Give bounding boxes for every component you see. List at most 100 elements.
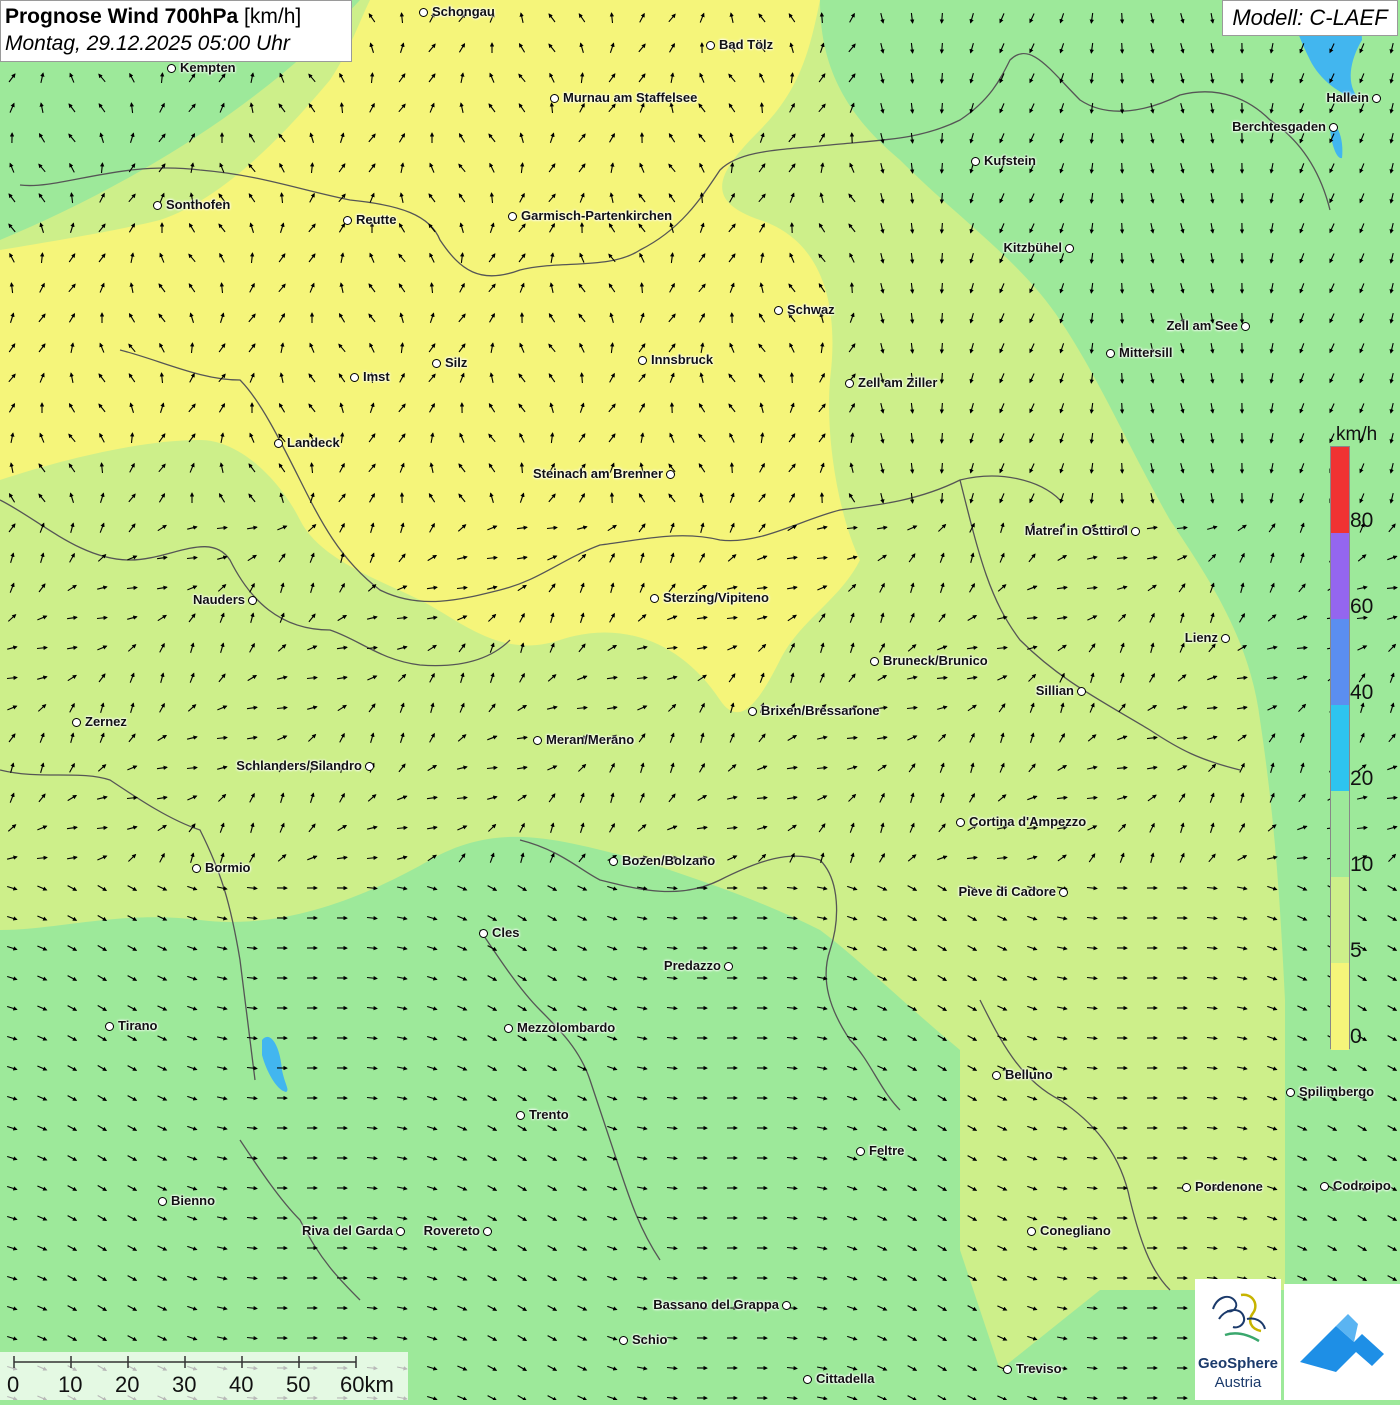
city-label: Pieve di Cadore [958, 885, 1056, 899]
city-marker[interactable] [1320, 1182, 1329, 1191]
wind-arrow [1122, 193, 1123, 203]
city-marker[interactable] [782, 1301, 791, 1310]
city-marker[interactable] [609, 857, 618, 866]
city-label: Schwaz [787, 303, 835, 317]
city-marker[interactable] [1003, 1365, 1012, 1374]
city-marker[interactable] [1077, 687, 1086, 696]
legend-tick-20: 20 [1350, 767, 1373, 791]
wind-arrow [1122, 283, 1123, 293]
city-label: Conegliano [1040, 1224, 1111, 1238]
city-label: Cortina d'Ampezzo [969, 815, 1086, 829]
model-label: Modell: C-LAEF [1222, 0, 1398, 36]
city-marker[interactable] [508, 212, 517, 221]
city-label: Lienz [1185, 631, 1218, 645]
city-label: Berchtesgaden [1232, 120, 1326, 134]
city-marker[interactable] [483, 1227, 492, 1236]
city-label: Steinach am Brenner [533, 467, 663, 481]
legend-seg-20-40 [1331, 705, 1349, 791]
city-marker[interactable] [1065, 244, 1074, 253]
city-marker[interactable] [72, 718, 81, 727]
city-label: Spilimbergo [1299, 1085, 1374, 1099]
city-marker[interactable] [956, 818, 965, 827]
city-marker[interactable] [666, 470, 675, 479]
legend-seg-0-5 [1331, 963, 1349, 1050]
city-marker[interactable] [516, 1111, 525, 1120]
city-label: Cles [492, 926, 519, 940]
city-label: Kufstein [984, 154, 1036, 168]
city-marker[interactable] [971, 157, 980, 166]
city-marker[interactable] [1059, 888, 1068, 897]
city-label: Brixen/Bressanone [761, 704, 880, 718]
city-marker[interactable] [1027, 1227, 1036, 1236]
city-marker[interactable] [550, 94, 559, 103]
city-marker[interactable] [748, 707, 757, 716]
wind-arrow [1122, 163, 1123, 173]
scale-label-50: 50 [286, 1372, 310, 1398]
city-label: Zell am Ziller [858, 376, 937, 390]
city-label: Innsbruck [651, 353, 713, 367]
city-marker[interactable] [396, 1227, 405, 1236]
city-marker[interactable] [350, 373, 359, 382]
city-marker[interactable] [1372, 94, 1381, 103]
scale-label-30: 30 [172, 1372, 196, 1398]
city-marker[interactable] [192, 864, 201, 873]
city-marker[interactable] [638, 356, 647, 365]
legend-tick-5: 5 [1350, 939, 1362, 963]
city-marker[interactable] [167, 64, 176, 73]
city-marker[interactable] [774, 306, 783, 315]
wind-arrow [732, 463, 733, 473]
city-label: Landeck [287, 436, 340, 450]
wind-arrow [1122, 253, 1123, 263]
city-marker[interactable] [1131, 527, 1140, 536]
city-marker[interactable] [1106, 349, 1115, 358]
city-marker[interactable] [619, 1336, 628, 1345]
city-label: Kempten [180, 61, 236, 75]
map-title-main: Prognose Wind 700hPa [5, 5, 238, 28]
map-title-unit: [km/h] [244, 5, 301, 28]
city-marker[interactable] [365, 762, 374, 771]
city-marker[interactable] [1221, 634, 1230, 643]
city-marker[interactable] [1241, 322, 1250, 331]
city-label: Meran/Merano [546, 733, 634, 747]
city-label: Bozen/Bolzano [622, 854, 715, 868]
scale-label-20: 20 [115, 1372, 139, 1398]
city-marker[interactable] [1286, 1088, 1295, 1097]
city-label: Mittersill [1119, 346, 1172, 360]
city-marker[interactable] [105, 1022, 114, 1031]
legend-tick-80: 80 [1350, 509, 1373, 533]
city-marker[interactable] [992, 1071, 1001, 1080]
app-logo[interactable] [1284, 1284, 1400, 1400]
city-marker[interactable] [153, 201, 162, 210]
city-marker[interactable] [870, 657, 879, 666]
wind-arrow [1122, 103, 1123, 113]
city-marker[interactable] [158, 1197, 167, 1206]
city-label: Feltre [869, 1144, 904, 1158]
city-marker[interactable] [432, 359, 441, 368]
city-marker[interactable] [248, 596, 257, 605]
title-box: Prognose Wind 700hPa [km/h] Montag, 29.1… [0, 0, 352, 62]
city-label: Sterzing/Vipiteno [663, 591, 769, 605]
city-label: Zell am See [1166, 319, 1238, 333]
city-marker[interactable] [856, 1147, 865, 1156]
wind-arrow [1122, 373, 1123, 383]
city-label: Belluno [1005, 1068, 1053, 1082]
city-marker[interactable] [343, 216, 352, 225]
scale-label-60km: 60km [340, 1372, 394, 1398]
city-marker[interactable] [419, 8, 428, 17]
city-marker[interactable] [724, 962, 733, 971]
geosphere-logo[interactable]: GeoSphere Austria [1195, 1279, 1281, 1400]
city-marker[interactable] [504, 1024, 513, 1033]
city-marker[interactable] [845, 379, 854, 388]
city-label: Reutte [356, 213, 396, 227]
city-label: Codroipo [1333, 1179, 1391, 1193]
map-title: Prognose Wind 700hPa [km/h] [5, 4, 347, 30]
city-marker[interactable] [803, 1375, 812, 1384]
city-marker[interactable] [533, 736, 542, 745]
city-marker[interactable] [274, 439, 283, 448]
city-marker[interactable] [479, 929, 488, 938]
city-marker[interactable] [650, 594, 659, 603]
city-marker[interactable] [1182, 1183, 1191, 1192]
city-marker[interactable] [706, 41, 715, 50]
wind-arrow [1122, 463, 1123, 473]
city-marker[interactable] [1329, 123, 1338, 132]
